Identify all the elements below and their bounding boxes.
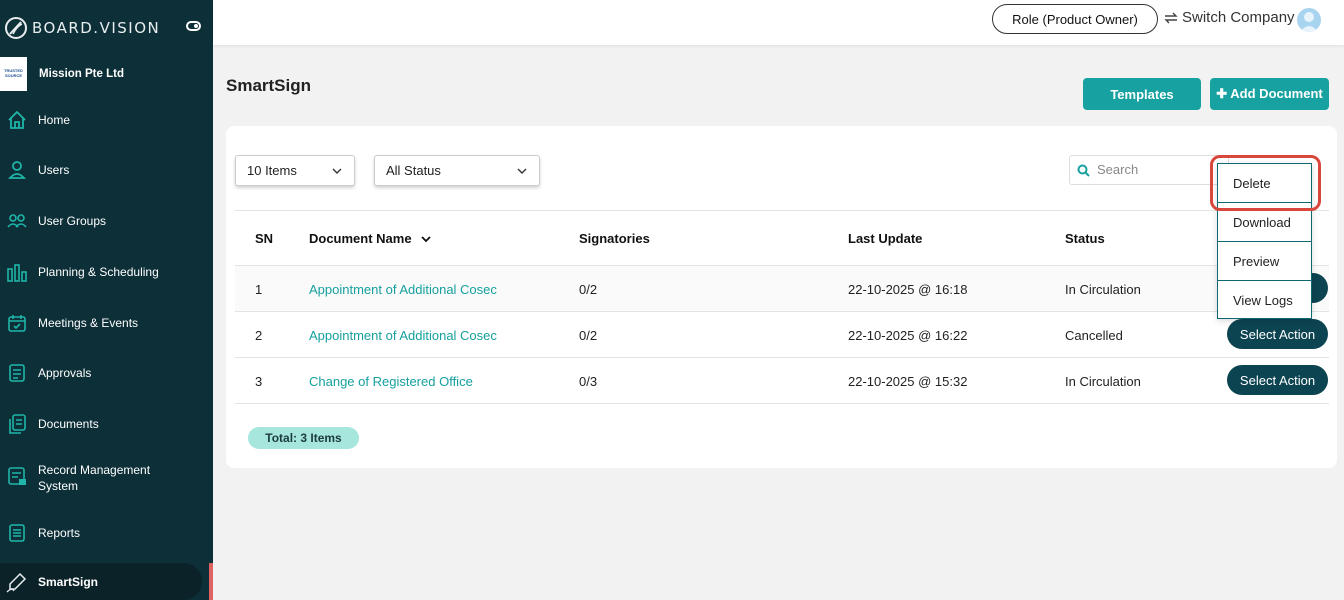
status-filter-select[interactable]: All Status xyxy=(374,155,540,186)
column-header-document-name[interactable]: Document Name xyxy=(309,231,431,246)
sidebar-item-label: Planning & Scheduling xyxy=(38,265,159,279)
approvals-icon xyxy=(9,364,25,382)
user-groups-icon xyxy=(7,214,27,228)
cell-signatories: 0/2 xyxy=(579,282,598,297)
company-name: Mission Pte Ltd xyxy=(39,68,124,80)
cell-signatories: 0/3 xyxy=(579,374,598,389)
menu-item-view-logs[interactable]: View Logs xyxy=(1218,281,1311,320)
chevron-down-icon xyxy=(332,168,342,174)
brand-logo[interactable]: BOARD.VISION xyxy=(4,14,160,42)
cell-last-update: 22-10-2025 @ 16:22 xyxy=(848,328,968,343)
sidebar-item-users[interactable]: Users xyxy=(0,158,210,182)
sidebar-item-label: Record Management System xyxy=(38,463,151,493)
document-link[interactable]: Appointment of Additional Cosec xyxy=(309,282,497,297)
sidebar-item-smartsign[interactable]: SmartSign xyxy=(0,563,202,600)
search-icon xyxy=(1077,164,1090,177)
cell-status: In Circulation xyxy=(1065,374,1141,389)
sidebar-item-label: Documents xyxy=(38,417,99,431)
cell-status: In Circulation xyxy=(1065,282,1141,297)
cell-sn: 3 xyxy=(255,374,263,389)
page-title: SmartSign xyxy=(226,76,312,95)
home-icon xyxy=(8,110,26,129)
chevron-down-icon xyxy=(517,168,527,174)
templates-button[interactable]: Templates xyxy=(1083,78,1201,110)
column-header-sn: SN xyxy=(255,231,274,246)
sidebar-item-label: SmartSign xyxy=(38,574,99,589)
switch-company-label: Switch Company xyxy=(1182,9,1295,26)
user-avatar-icon xyxy=(1300,12,1318,32)
sidebar-item-user-groups[interactable]: User Groups xyxy=(0,209,210,233)
column-header-last-update: Last Update xyxy=(848,231,923,246)
sidebar-item-reports[interactable]: Reports xyxy=(0,521,210,545)
sidebar-item-label: Reports xyxy=(38,526,81,540)
cell-last-update: 22-10-2025 @ 16:18 xyxy=(848,282,968,297)
company-switcher[interactable]: TRUSTED SOURCE Mission Pte Ltd xyxy=(0,57,213,91)
avatar[interactable] xyxy=(1297,8,1321,32)
switch-company-link[interactable]: Switch Company xyxy=(1163,9,1295,26)
plus-icon: ✚ xyxy=(1216,86,1228,101)
sidebar-item-label: Meetings & Events xyxy=(38,316,139,330)
sidebar-item-record-management[interactable]: Record Management System xyxy=(0,461,210,495)
total-items-badge: Total: 3 Items xyxy=(248,427,359,449)
documents-icon xyxy=(9,414,26,434)
table-divider xyxy=(235,403,1329,404)
cell-status: Cancelled xyxy=(1065,328,1123,343)
cell-sn: 1 xyxy=(255,282,263,297)
sidebar-item-approvals[interactable]: Approvals xyxy=(0,361,210,385)
user-icon xyxy=(8,161,26,179)
items-per-page-select[interactable]: 10 Items xyxy=(235,155,355,186)
select-action-button[interactable]: Select Action xyxy=(1227,319,1328,349)
table-divider xyxy=(235,357,1329,358)
switch-arrows-icon xyxy=(1164,12,1178,23)
column-header-label: Document Name xyxy=(309,231,412,246)
column-header-signatories: Signatories xyxy=(579,231,650,246)
cell-sn: 2 xyxy=(255,328,263,343)
board-vision-logo-icon xyxy=(5,17,27,39)
sidebar-item-label: Home xyxy=(38,113,71,127)
search-field[interactable] xyxy=(1069,155,1229,185)
active-indicator xyxy=(209,563,213,600)
sidebar-item-label: Users xyxy=(38,163,70,177)
table-divider xyxy=(235,210,1329,211)
cell-signatories: 0/2 xyxy=(579,328,598,343)
company-logo: TRUSTED SOURCE xyxy=(0,57,27,91)
search-input[interactable] xyxy=(1097,162,1217,177)
sidebar-item-label: Approvals xyxy=(38,366,92,380)
document-link[interactable]: Appointment of Additional Cosec xyxy=(309,328,497,343)
sidebar-item-home[interactable]: Home xyxy=(0,108,210,132)
table-divider xyxy=(235,311,1329,312)
planning-icon xyxy=(7,264,27,282)
select-action-button[interactable]: Select Action xyxy=(1227,365,1328,395)
highlight-annotation xyxy=(1210,155,1321,211)
sidebar-toggle-icon[interactable] xyxy=(186,21,201,31)
brand-name: BOARD.VISION xyxy=(32,19,161,37)
sidebar-item-meetings[interactable]: Meetings & Events xyxy=(0,311,210,335)
column-header-status: Status xyxy=(1065,231,1105,246)
signature-pen-icon xyxy=(6,572,27,593)
add-document-label: Add Document xyxy=(1230,86,1323,101)
menu-item-preview[interactable]: Preview xyxy=(1218,242,1311,281)
document-link[interactable]: Change of Registered Office xyxy=(309,374,473,389)
items-per-page-value: 10 Items xyxy=(247,163,297,178)
role-button[interactable]: Role (Product Owner) xyxy=(992,4,1158,34)
calendar-icon xyxy=(8,315,26,332)
add-document-button[interactable]: ✚ Add Document xyxy=(1210,78,1329,110)
status-filter-value: All Status xyxy=(386,163,441,178)
reports-icon xyxy=(9,524,25,542)
records-icon xyxy=(8,467,26,485)
sidebar-item-documents[interactable]: Documents xyxy=(0,412,210,436)
sidebar: BOARD.VISION TRUSTED SOURCE Mission Pte … xyxy=(0,0,213,600)
cell-last-update: 22-10-2025 @ 15:32 xyxy=(848,374,968,389)
sidebar-item-planning[interactable]: Planning & Scheduling xyxy=(0,260,210,284)
sidebar-item-label: User Groups xyxy=(38,214,107,228)
sort-chevron-icon xyxy=(420,235,431,242)
